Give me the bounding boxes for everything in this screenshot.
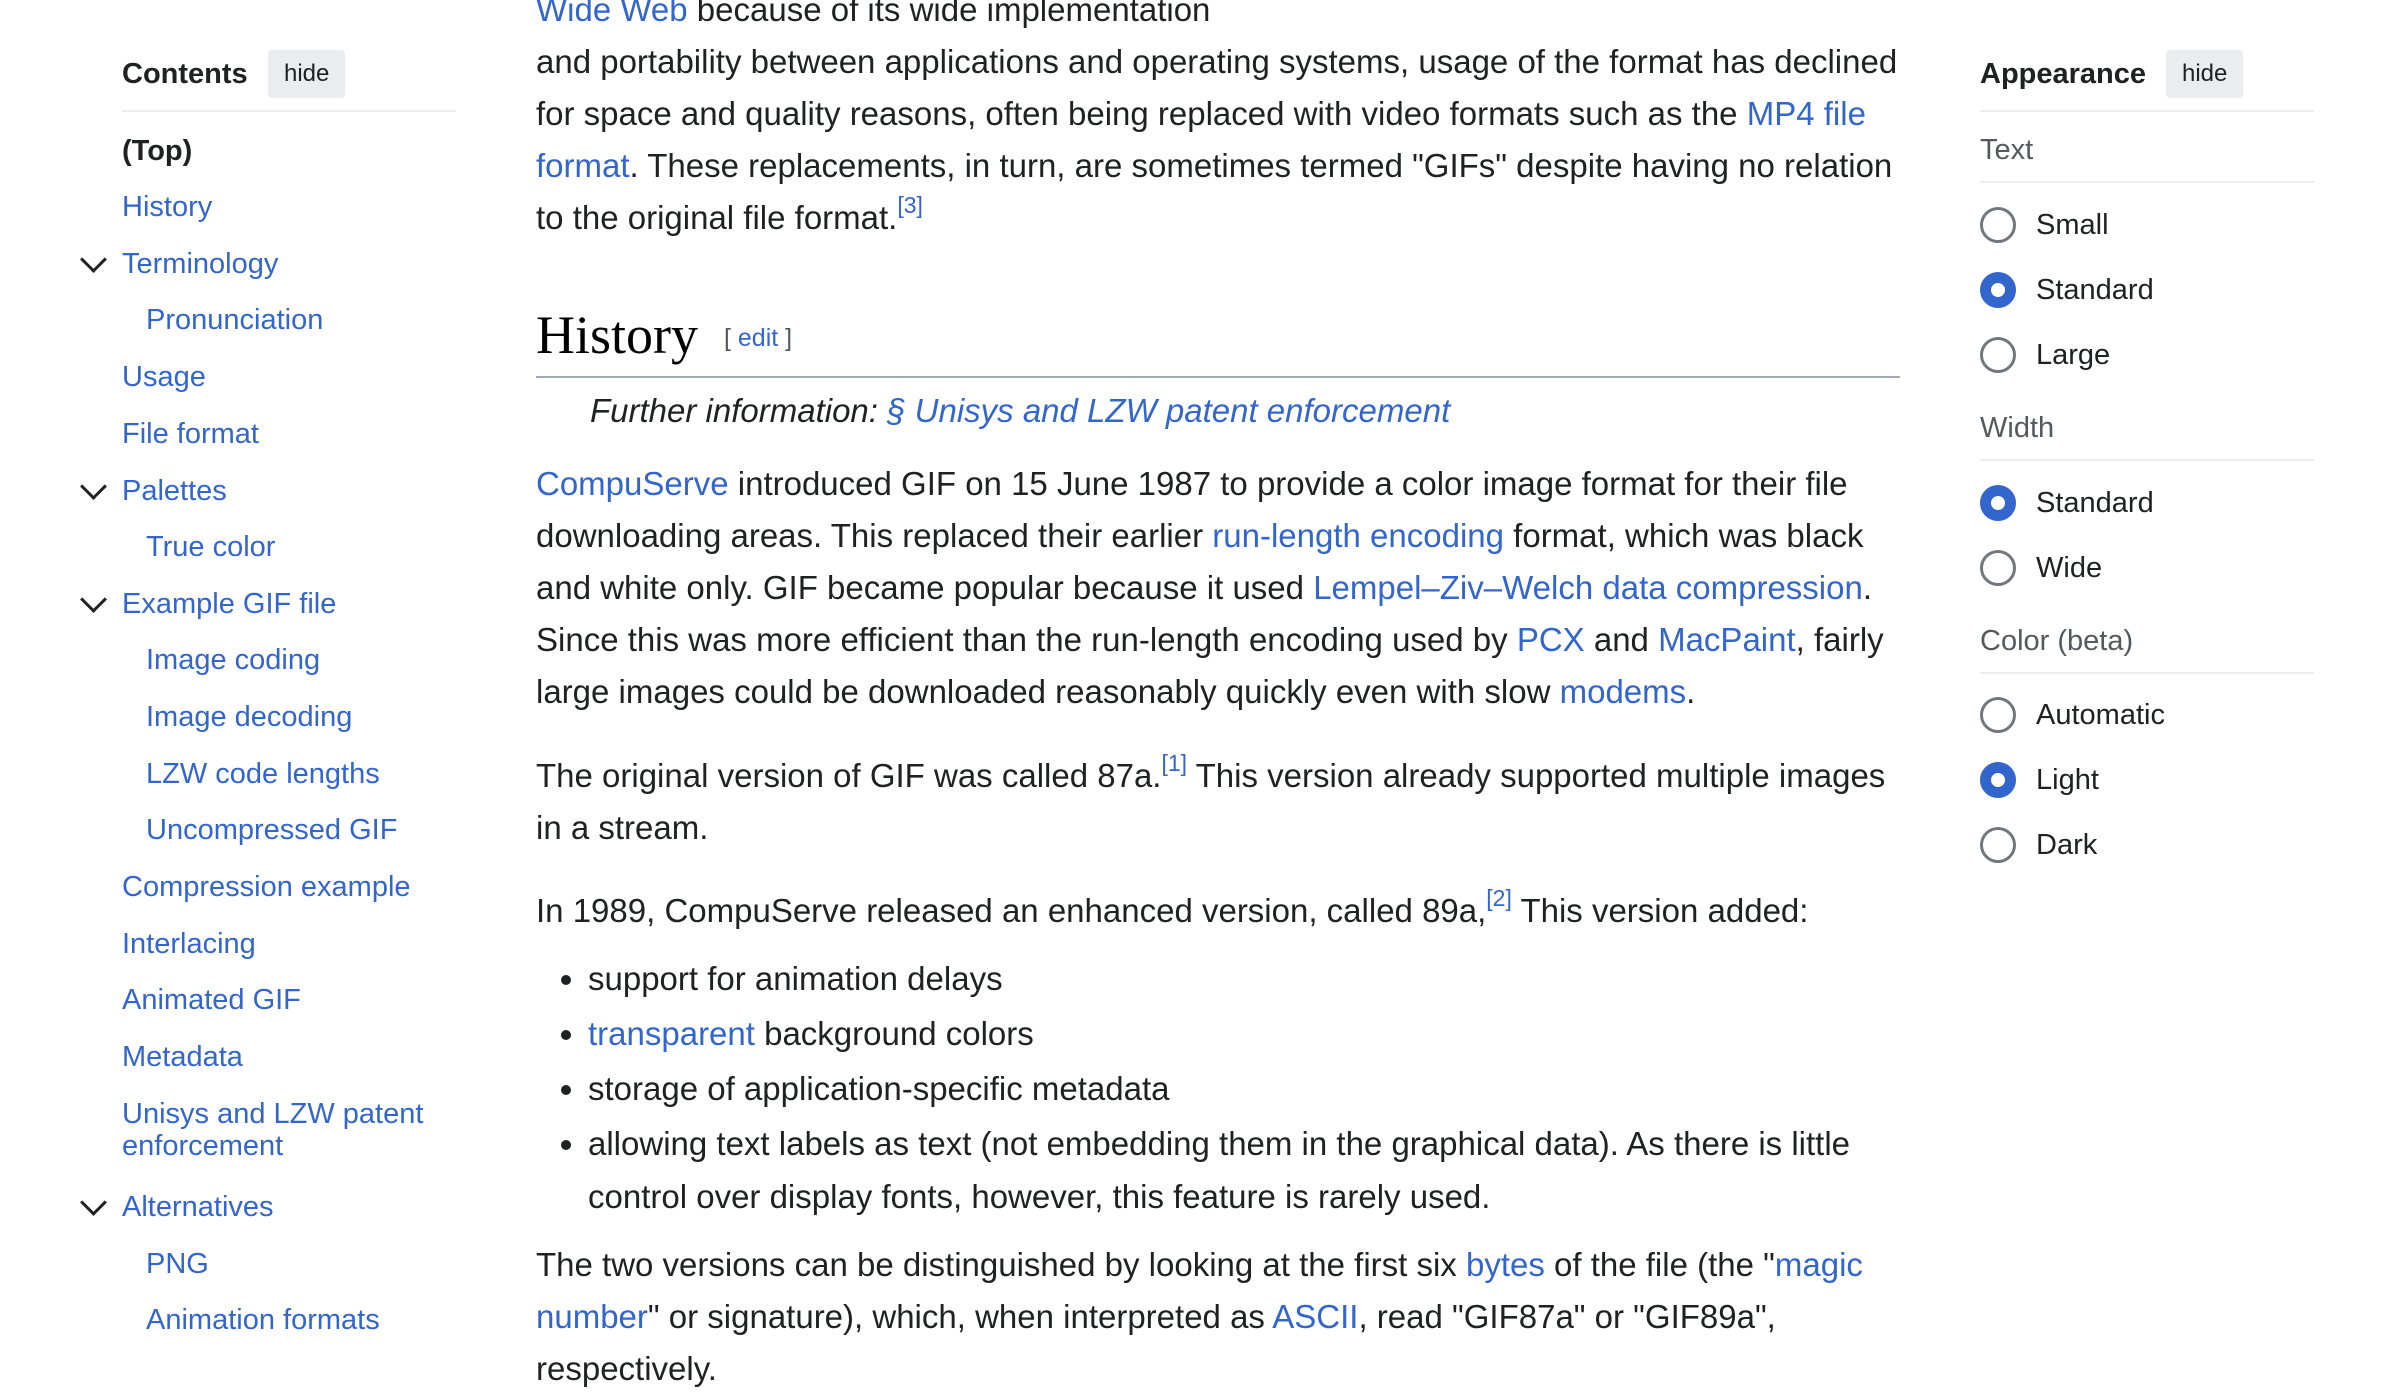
radio-color-light[interactable] <box>1980 762 2016 798</box>
toc-item-unisys-lzw[interactable]: Unisys and LZW patent <box>122 1097 423 1131</box>
appearance-header: Appearance hide <box>1980 50 2314 112</box>
list-item: allowing text labels as text (not embedd… <box>588 1117 1900 1223</box>
radio-large[interactable] <box>1980 337 2016 373</box>
list-item: support for animation delays <box>588 952 1900 1005</box>
link-ascii[interactable]: ASCII <box>1272 1298 1358 1335</box>
hatnote: Further information: § Unisys and LZW pa… <box>590 392 1450 430</box>
toc-item-example-gif-file[interactable]: Example GIF file <box>122 587 336 621</box>
toc-item-history[interactable]: History <box>122 190 212 224</box>
text: background colors <box>754 1015 1034 1052</box>
radio-label: Wide <box>2036 552 2103 584</box>
toc-item-terminology[interactable]: Terminology <box>122 247 278 281</box>
toc-item-compression-example[interactable]: Compression example <box>122 870 411 904</box>
text: of the file (the " <box>1544 1246 1775 1283</box>
radio-label: Dark <box>2036 829 2098 861</box>
text: . These replacements, in turn, are somet… <box>536 147 1893 236</box>
ref-3[interactable]: [3] <box>897 192 923 218</box>
radio-label: Light <box>2036 764 2099 796</box>
radio-label: Standard <box>2036 487 2154 519</box>
color-label: Color (beta) <box>1980 625 2314 674</box>
toc-item-pronunciation[interactable]: Pronunciation <box>146 303 323 337</box>
hatnote-prefix: Further information: <box>590 392 888 429</box>
text: This version added: <box>1511 892 1809 929</box>
toc-item-true-color[interactable]: True color <box>146 530 275 564</box>
toc-item-png[interactable]: PNG <box>146 1247 209 1281</box>
history-paragraph-4: The two versions can be distinguished by… <box>536 1239 1900 1395</box>
link-macpaint[interactable]: MacPaint <box>1658 621 1796 658</box>
radio-label: Small <box>2036 209 2109 241</box>
appearance-panel: Appearance hide Text Small Standard Larg… <box>1980 0 2320 1398</box>
history-heading-title: History <box>536 305 698 365</box>
text: " or signature), which, when interpreted… <box>647 1298 1273 1335</box>
radio-label: Automatic <box>2036 699 2165 731</box>
appearance-hide-button[interactable]: hide <box>2166 50 2244 98</box>
link-compuserve[interactable]: CompuServe <box>536 465 729 502</box>
text: because of its wide implementation <box>687 0 1211 28</box>
toc-hide-button[interactable]: hide <box>268 50 346 98</box>
link-pcx[interactable]: PCX <box>1517 621 1585 658</box>
link-run-length-encoding[interactable]: run-length encoding <box>1212 517 1504 554</box>
toc-item-alternatives[interactable]: Alternatives <box>122 1190 274 1224</box>
link-wide-web[interactable]: Wide Web <box>536 0 688 28</box>
history-paragraph-1: CompuServe introduced GIF on 15 June 198… <box>536 458 1900 718</box>
text: and <box>1584 621 1659 658</box>
radio-color-automatic[interactable] <box>1980 697 2016 733</box>
link-transparent[interactable]: transparent <box>588 1015 755 1052</box>
list-item: storage of application-specific metadata <box>588 1062 1900 1115</box>
text: . <box>1686 673 1696 710</box>
toc-item-animated-gif[interactable]: Animated GIF <box>122 983 301 1017</box>
ref-1[interactable]: [1] <box>1161 750 1187 776</box>
toc-item-uncompressed-gif[interactable]: Uncompressed GIF <box>146 813 397 847</box>
toc-item-unisys-lzw-cont[interactable]: enforcement <box>122 1129 283 1163</box>
toc-item-animation-formats[interactable]: Animation formats <box>146 1303 380 1337</box>
toc-item-top[interactable]: (Top) <box>122 134 192 168</box>
radio-label: Standard <box>2036 274 2154 306</box>
radio-width-wide[interactable] <box>1980 550 2016 586</box>
toc-title: Contents <box>122 58 248 90</box>
radio-small[interactable] <box>1980 207 2016 243</box>
link-modems[interactable]: modems <box>1560 673 1687 710</box>
ref-2[interactable]: [2] <box>1486 885 1512 911</box>
toc-item-lzw-code-lengths[interactable]: LZW code lengths <box>146 757 380 791</box>
edit-section: [ edit ] <box>724 324 793 352</box>
chevron-down-icon[interactable] <box>80 246 107 273</box>
toc-item-image-coding[interactable]: Image coding <box>146 643 320 677</box>
radio-color-dark[interactable] <box>1980 827 2016 863</box>
toc-item-interlacing[interactable]: Interlacing <box>122 927 256 961</box>
toc-header: Contents hide <box>122 50 456 112</box>
history-paragraph-2: The original version of GIF was called 8… <box>536 750 1900 854</box>
chevron-down-icon[interactable] <box>80 473 107 500</box>
intro-paragraph: Wide Web because of its wide implementat… <box>536 0 1900 244</box>
toc-item-metadata[interactable]: Metadata <box>122 1040 243 1074</box>
width-label: Width <box>1980 412 2314 461</box>
text: and portability between applications and… <box>536 43 1898 132</box>
toc-item-palettes[interactable]: Palettes <box>122 474 227 508</box>
toc-item-usage[interactable]: Usage <box>122 360 206 394</box>
text-size-label: Text <box>1980 134 2314 183</box>
radio-standard[interactable] <box>1980 272 2016 308</box>
chevron-down-icon[interactable] <box>80 586 107 613</box>
history-paragraph-3: In 1989, CompuServe released an enhanced… <box>536 885 1900 937</box>
features-list: support for animation delays transparent… <box>536 952 1900 1225</box>
text: The two versions can be distinguished by… <box>536 1246 1466 1283</box>
link-bytes[interactable]: bytes <box>1466 1246 1545 1283</box>
radio-width-standard[interactable] <box>1980 485 2016 521</box>
radio-label: Large <box>2036 339 2111 371</box>
hatnote-link[interactable]: § Unisys and LZW patent enforcement <box>887 392 1450 429</box>
list-item: transparent background colors <box>588 1007 1900 1060</box>
toc-item-file-format[interactable]: File format <box>122 417 259 451</box>
table-of-contents: Contents hide (Top) History Terminology … <box>0 0 480 1398</box>
chevron-down-icon[interactable] <box>80 1189 107 1216</box>
toc-item-image-decoding[interactable]: Image decoding <box>146 700 352 734</box>
history-heading: History [ edit ] <box>536 296 1900 378</box>
text: In 1989, CompuServe released an enhanced… <box>536 892 1487 929</box>
appearance-title: Appearance <box>1980 58 2147 90</box>
link-lzw[interactable]: Lempel–Ziv–Welch data compression <box>1313 569 1863 606</box>
text: The original version of GIF was called 8… <box>536 757 1162 794</box>
edit-link[interactable]: edit <box>738 324 778 352</box>
